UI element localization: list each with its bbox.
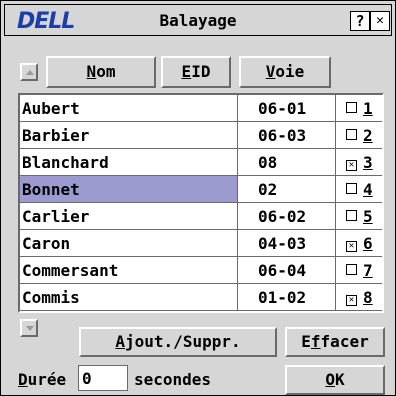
server-name[interactable]: Blanchard	[20, 149, 238, 176]
scan-checkbox[interactable]: ✕	[346, 241, 357, 252]
scroll-up-button[interactable]	[20, 63, 38, 81]
port-cell: 2	[336, 122, 382, 149]
sort-eid-label: ID	[191, 62, 211, 81]
sort-name-label: om	[96, 62, 116, 81]
port-number: 5	[363, 207, 373, 226]
port-cell: ✕ 8	[336, 284, 382, 311]
port-number: 7	[363, 261, 373, 280]
server-name[interactable]: Bonnet	[20, 176, 238, 203]
add-remove-button[interactable]: Ajout./Suppr.	[79, 327, 277, 357]
sort-port-label: oie	[275, 62, 305, 81]
sort-port-button[interactable]: Voie	[239, 56, 331, 88]
arrow-up-icon	[26, 70, 34, 75]
port-cell: ✕ 6	[336, 230, 382, 257]
list-row[interactable]: Caron 04-03 ✕ 6	[20, 230, 382, 257]
add-remove-mnemonic: A	[115, 332, 126, 351]
seconds-label: secondes	[134, 370, 212, 389]
list-row[interactable]: Commersant 06-04 7	[20, 257, 382, 284]
server-name[interactable]: Commis	[20, 284, 238, 311]
server-eid: 06-02	[238, 203, 336, 230]
ok-mnemonic: O	[325, 370, 335, 389]
ok-label: K	[335, 370, 345, 389]
duration-label: Durée	[18, 370, 66, 389]
list-row[interactable]: Commis 01-02 ✕ 8	[20, 284, 382, 311]
close-button[interactable]: ✕	[370, 11, 390, 31]
sort-name-mnemonic: N	[86, 62, 97, 81]
server-eid: 06-01	[238, 95, 336, 122]
sort-port-mnemonic: V	[265, 62, 276, 81]
port-number: 6	[363, 234, 373, 253]
server-eid: 02	[238, 176, 336, 203]
port-number: 2	[363, 126, 373, 145]
list-row[interactable]: Blanchard 08 ✕ 3	[20, 149, 382, 176]
server-eid: 06-04	[238, 257, 336, 284]
port-cell: 7	[336, 257, 382, 284]
server-name[interactable]: Commersant	[20, 257, 238, 284]
duration-label-text: urée	[27, 370, 67, 389]
scan-dialog: DELL Balayage ? ✕ Nom EID Voie Aubert 06-…	[0, 0, 396, 396]
sort-eid-button[interactable]: EID	[161, 56, 231, 88]
sort-eid-mnemonic: E	[181, 62, 192, 81]
server-name[interactable]: Barbier	[20, 122, 238, 149]
list-row[interactable]: Carlier 06-02 5	[20, 203, 382, 230]
title-bar: DELL Balayage ? ✕	[4, 4, 392, 36]
list-row[interactable]: Barbier 06-03 2	[20, 122, 382, 149]
scan-checkbox[interactable]: ✕	[346, 295, 357, 306]
duration-mnemonic: D	[18, 370, 28, 389]
server-eid: 04-03	[238, 230, 336, 257]
arrow-down-icon	[26, 326, 34, 331]
clear-button[interactable]: Effacer	[285, 327, 385, 357]
server-eid: 08	[238, 149, 336, 176]
port-cell: 1	[336, 95, 382, 122]
port-cell: ✕ 3	[336, 149, 382, 176]
port-number: 3	[363, 153, 373, 172]
ok-button[interactable]: OK	[285, 365, 385, 395]
scan-checkbox[interactable]	[346, 183, 357, 194]
port-number: 1	[363, 99, 373, 118]
list-row[interactable]: Aubert 06-01 1	[20, 95, 382, 122]
server-name[interactable]: Carlier	[20, 203, 238, 230]
scan-checkbox[interactable]	[346, 102, 357, 113]
add-remove-label: jout./Suppr.	[125, 332, 241, 351]
server-eid: 01-02	[238, 284, 336, 311]
clear-label-prefix: E	[301, 332, 311, 351]
server-list: Aubert 06-01 1 Barbier 06-03 2 Blanchard 08 ✕ 3 Bo…	[18, 93, 384, 313]
port-cell: 4	[336, 176, 382, 203]
scan-checkbox[interactable]: ✕	[346, 160, 357, 171]
port-cell: 5	[336, 203, 382, 230]
help-button[interactable]: ?	[350, 11, 370, 31]
sort-name-button[interactable]: Nom	[46, 56, 156, 88]
list-row[interactable]: Bonnet 02 4	[20, 176, 382, 203]
port-number: 8	[363, 288, 373, 307]
scan-checkbox[interactable]	[346, 264, 357, 275]
duration-input[interactable]	[78, 365, 128, 391]
server-name[interactable]: Aubert	[20, 95, 238, 122]
server-eid: 06-03	[238, 122, 336, 149]
clear-mnemonic: f	[310, 332, 321, 351]
scan-checkbox[interactable]	[346, 210, 357, 221]
scan-checkbox[interactable]	[346, 129, 357, 140]
clear-label: facer	[320, 332, 369, 351]
dialog-title: Balayage	[159, 11, 237, 30]
scroll-down-button[interactable]	[20, 319, 38, 337]
port-number: 4	[363, 180, 373, 199]
server-name[interactable]: Caron	[20, 230, 238, 257]
